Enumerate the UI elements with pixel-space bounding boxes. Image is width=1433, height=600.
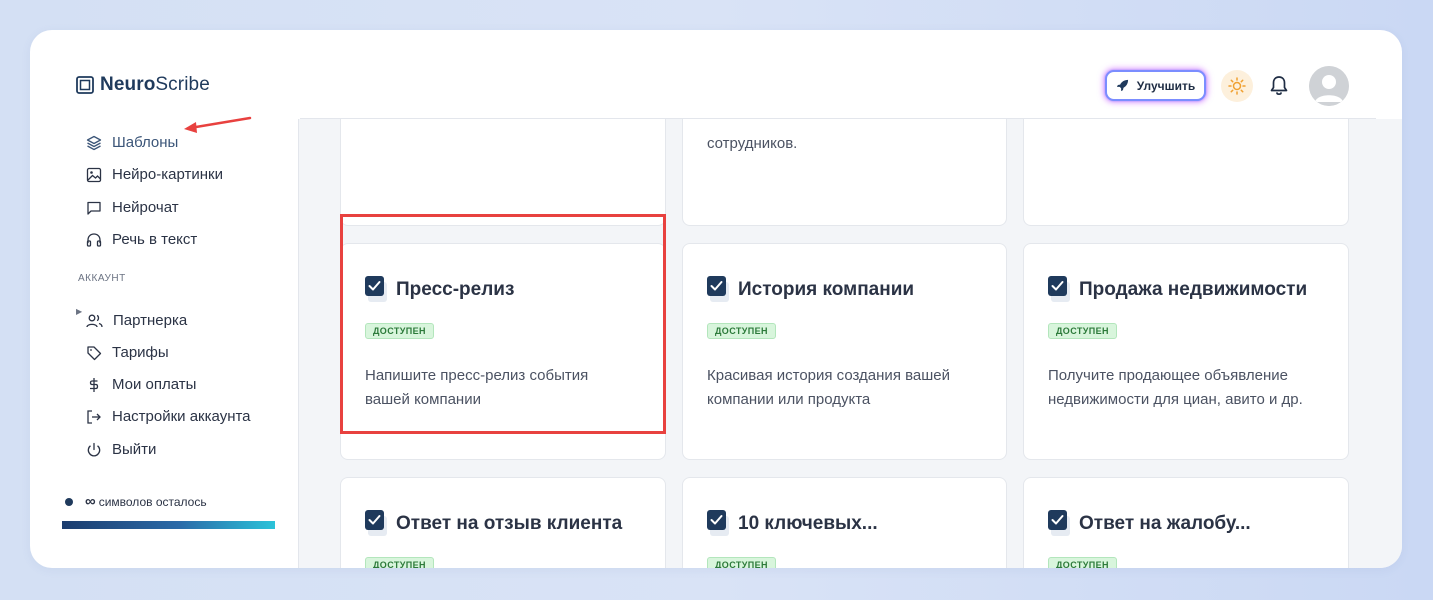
sidebar-item-partner[interactable]: Партнерка — [86, 312, 187, 329]
card-description: Получите продающее объявление недвижимос… — [1048, 367, 1303, 408]
template-card-key[interactable]: 10 ключевых... ДОСТУПЕН — [682, 477, 1007, 568]
symbols-remaining: ∞ символов осталось — [65, 493, 207, 510]
logo-text-light: Scribe — [155, 74, 210, 95]
card-description: Красивая история создания вашей компании… — [707, 367, 951, 408]
card-title-row: Ответ на отзыв клиента — [365, 510, 622, 538]
bell-icon[interactable] — [1269, 75, 1289, 97]
card-title-row: 10 ключевых... — [707, 510, 878, 538]
status-badge: ДОСТУПЕН — [707, 323, 776, 339]
logo-text-bold: Neuro — [100, 74, 156, 95]
status-badge: ДОСТУПЕН — [365, 557, 434, 568]
image-icon — [86, 167, 102, 182]
sidebar-item-label: Настройки аккаунта — [112, 408, 251, 425]
template-card[interactable] — [1023, 119, 1349, 226]
symbols-label: символов осталось — [98, 494, 207, 509]
power-icon — [87, 442, 101, 456]
template-card[interactable]: сотрудников. — [682, 119, 1007, 226]
app-window: Neuro Scribe Улучшить Шаблоны Нейро-карт… — [30, 30, 1402, 568]
status-dot — [65, 497, 73, 506]
sidebar-item-label: Речь в текст — [112, 231, 198, 248]
sidebar-item-templates[interactable]: Шаблоны — [86, 134, 178, 151]
sidebar-item-logout[interactable]: Выйти — [86, 441, 156, 458]
section-label-account: АККАУНТ — [78, 273, 126, 284]
sidebar-item-label: Мои оплаты — [112, 376, 197, 393]
annotation-arrow-icon — [184, 116, 252, 133]
sidebar-item-label: Нейрочат — [112, 199, 179, 216]
card-title-row: История компании — [707, 276, 914, 304]
checkbox-icon — [707, 276, 729, 302]
card-title: История компании — [738, 279, 915, 300]
caret-right-icon[interactable]: ▶ — [76, 307, 82, 316]
card-title: Продажа недвижимости — [1079, 279, 1308, 300]
dollar-icon — [89, 377, 99, 392]
template-card-real-estate[interactable]: Продажа недвижимости ДОСТУПЕН Получите п… — [1023, 243, 1349, 460]
upgrade-label: Улучшить — [1136, 78, 1196, 93]
upgrade-button[interactable]: Улучшить — [1105, 70, 1206, 101]
checkbox-icon — [707, 510, 729, 536]
status-badge: ДОСТУПЕН — [707, 557, 776, 568]
template-card-company-history[interactable]: История компании ДОСТУПЕН Красивая истор… — [682, 243, 1007, 460]
user-avatar-icon — [1309, 66, 1349, 106]
login-icon — [87, 409, 101, 424]
sidebar-item-label: Партнерка — [113, 312, 188, 329]
tag-icon — [87, 345, 102, 360]
template-card-complaint-reply[interactable]: Ответ на жалобу... ДОСТУПЕН — [1023, 477, 1349, 568]
highlight-box — [340, 214, 666, 434]
status-badge: ДОСТУПЕН — [1048, 323, 1117, 339]
layers-icon — [86, 135, 102, 150]
template-card-review-reply[interactable]: Ответ на отзыв клиента ДОСТУПЕН — [340, 477, 666, 568]
sidebar-item-neuro-images[interactable]: Нейро-картинки — [86, 166, 223, 183]
sidebar-item-label: Шаблоны — [112, 134, 179, 151]
sidebar-item-label: Нейро-картинки — [112, 166, 223, 183]
sidebar-item-account-settings[interactable]: Настройки аккаунта — [86, 408, 251, 425]
theme-toggle[interactable] — [1221, 70, 1253, 102]
chat-icon — [87, 201, 101, 215]
sidebar-item-label: Выйти — [112, 441, 157, 458]
card-title-row: Продажа недвижимости — [1048, 276, 1307, 304]
rocket-icon — [1116, 79, 1128, 92]
card-title: 10 ключевых... — [738, 513, 878, 534]
header: Neuro Scribe Улучшить — [30, 30, 1402, 119]
checkbox-icon — [365, 510, 387, 536]
sidebar-item-label: Тарифы — [112, 344, 169, 361]
sun-icon — [1228, 77, 1246, 95]
checkbox-icon — [1048, 510, 1070, 536]
sidebar-item-speech-to-text[interactable]: Речь в текст — [86, 231, 197, 248]
card-title: Ответ на отзыв клиента — [396, 513, 623, 534]
card-description: сотрудников. — [707, 135, 798, 152]
status-badge: ДОСТУПЕН — [1048, 557, 1117, 568]
symbols-value: ∞ — [85, 493, 96, 510]
headphones-icon — [86, 232, 102, 247]
avatar[interactable] — [1309, 66, 1349, 106]
logo-icon — [76, 76, 94, 94]
template-card[interactable] — [340, 119, 666, 226]
checkbox-icon — [1048, 276, 1070, 302]
card-title: Ответ на жалобу... — [1079, 513, 1251, 534]
sidebar-item-tariffs[interactable]: Тарифы — [86, 344, 169, 361]
symbols-progress-bar — [62, 521, 275, 529]
logo[interactable]: Neuro Scribe — [76, 74, 210, 96]
sidebar-item-neurochat[interactable]: Нейрочат — [86, 199, 179, 216]
sidebar-item-payments[interactable]: Мои оплаты — [86, 376, 196, 393]
users-icon — [86, 314, 103, 327]
card-title-row: Ответ на жалобу... — [1048, 510, 1251, 538]
